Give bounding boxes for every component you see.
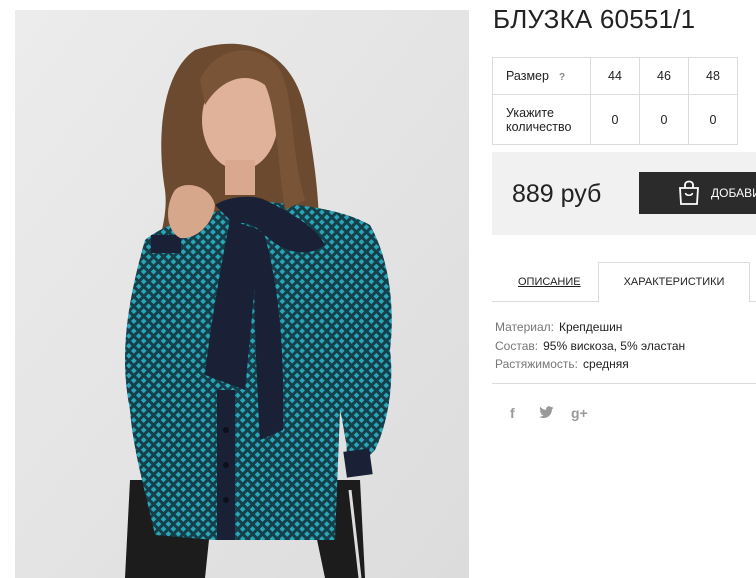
product-tabs: ОПИСАНИЕ ХАРАКТЕРИСТИКИ — [492, 262, 756, 303]
size-44: 44 — [590, 57, 640, 95]
price: 889 руб — [512, 180, 602, 208]
spec-row-composition: Состав: 95% вискоза, 5% эластан — [495, 337, 685, 356]
tab-specs[interactable]: ХАРАКТЕРИСТИКИ — [598, 262, 750, 303]
size-row: Размер? 44 46 48 — [492, 57, 738, 95]
spec-key: Состав: — [495, 338, 539, 353]
quantity-input-44[interactable]: 0 — [590, 94, 640, 145]
spec-row-material: Материал: Крепдешин — [495, 318, 685, 337]
facebook-icon[interactable]: f — [510, 405, 515, 421]
size-46: 46 — [639, 57, 689, 95]
price-box: 889 руб ДОБАВИ — [492, 152, 756, 235]
product-photo-illustration — [15, 10, 469, 578]
spec-key: Растяжимость: — [495, 357, 579, 371]
spec-key: Материал: — [495, 320, 554, 334]
spec-row-stretch: Растяжимость: средняя — [495, 355, 685, 374]
specs-list: Материал: Крепдешин Состав: 95% вискоза, 5… — [495, 318, 685, 374]
googleplus-icon[interactable]: g+ — [571, 405, 588, 421]
add-to-cart-button[interactable]: ДОБАВИ — [639, 172, 756, 214]
quantity-input-48[interactable]: 0 — [688, 94, 738, 145]
size-48: 48 — [688, 57, 738, 95]
tab-description[interactable]: ОПИСАНИЕ — [518, 276, 581, 288]
quantity-input-46[interactable]: 0 — [639, 94, 689, 145]
product-photo[interactable] — [15, 10, 469, 578]
divider — [492, 383, 756, 384]
size-label-cell: Размер? — [492, 57, 591, 95]
size-help-icon[interactable]: ? — [559, 72, 565, 83]
add-to-cart-label: ДОБАВИ — [711, 186, 756, 200]
quantity-row: Укажите количество 0 0 0 — [492, 94, 738, 145]
shopping-bag-icon — [677, 180, 701, 206]
quantity-label: Укажите количество — [492, 94, 591, 145]
spec-value: Крепдешин — [558, 320, 623, 334]
product-title: БЛУЗКА 60551/1 — [493, 4, 696, 34]
size-table: Размер? 44 46 48 Укажите количество 0 0 … — [492, 57, 738, 145]
spec-value: 95% вискоза, 5% эластан — [543, 338, 686, 353]
spec-value: средняя — [583, 357, 629, 371]
twitter-icon[interactable] — [539, 406, 554, 422]
size-label: Размер — [506, 69, 549, 83]
